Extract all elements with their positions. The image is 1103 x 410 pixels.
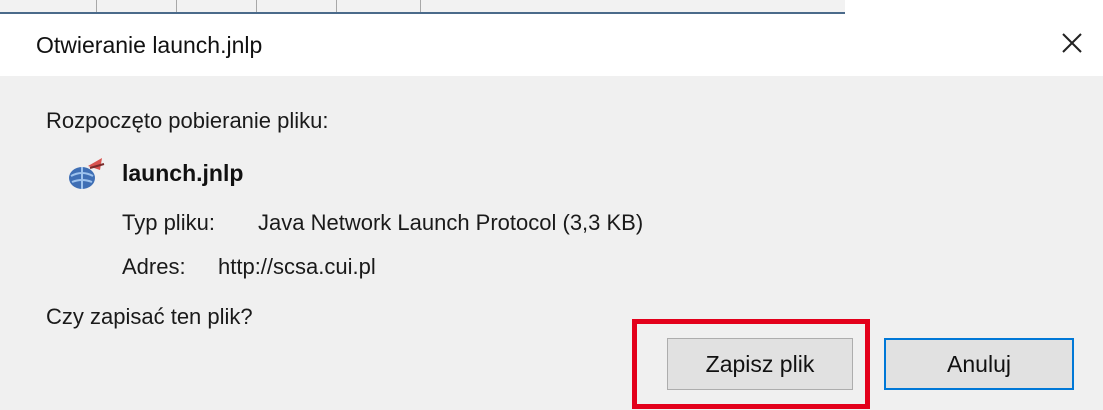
cancel-button[interactable]: Anuluj: [884, 338, 1074, 390]
download-dialog: Otwieranie launch.jnlp Rozpoczęto pobier…: [0, 14, 1103, 410]
file-type-label: Typ pliku:: [122, 210, 215, 235]
file-type-value: Java Network Launch Protocol (3,3 KB): [258, 210, 644, 235]
save-file-button[interactable]: Zapisz plik: [667, 338, 853, 390]
download-started-text: Rozpoczęto pobieranie pliku:: [46, 108, 329, 133]
address-value: http://scsa.cui.pl: [218, 254, 376, 279]
dialog-titlebar: Otwieranie launch.jnlp: [0, 14, 1103, 76]
background-window-edge: [0, 0, 845, 14]
close-icon[interactable]: [1055, 26, 1089, 60]
save-question: Czy zapisać ten plik?: [46, 304, 253, 329]
dialog-title: Otwieranie launch.jnlp: [36, 32, 263, 58]
java-jnlp-file-icon: [66, 156, 106, 192]
screen: Otwieranie launch.jnlp Rozpoczęto pobier…: [0, 0, 1103, 410]
file-name: launch.jnlp: [122, 160, 244, 186]
address-label: Adres:: [122, 254, 186, 279]
